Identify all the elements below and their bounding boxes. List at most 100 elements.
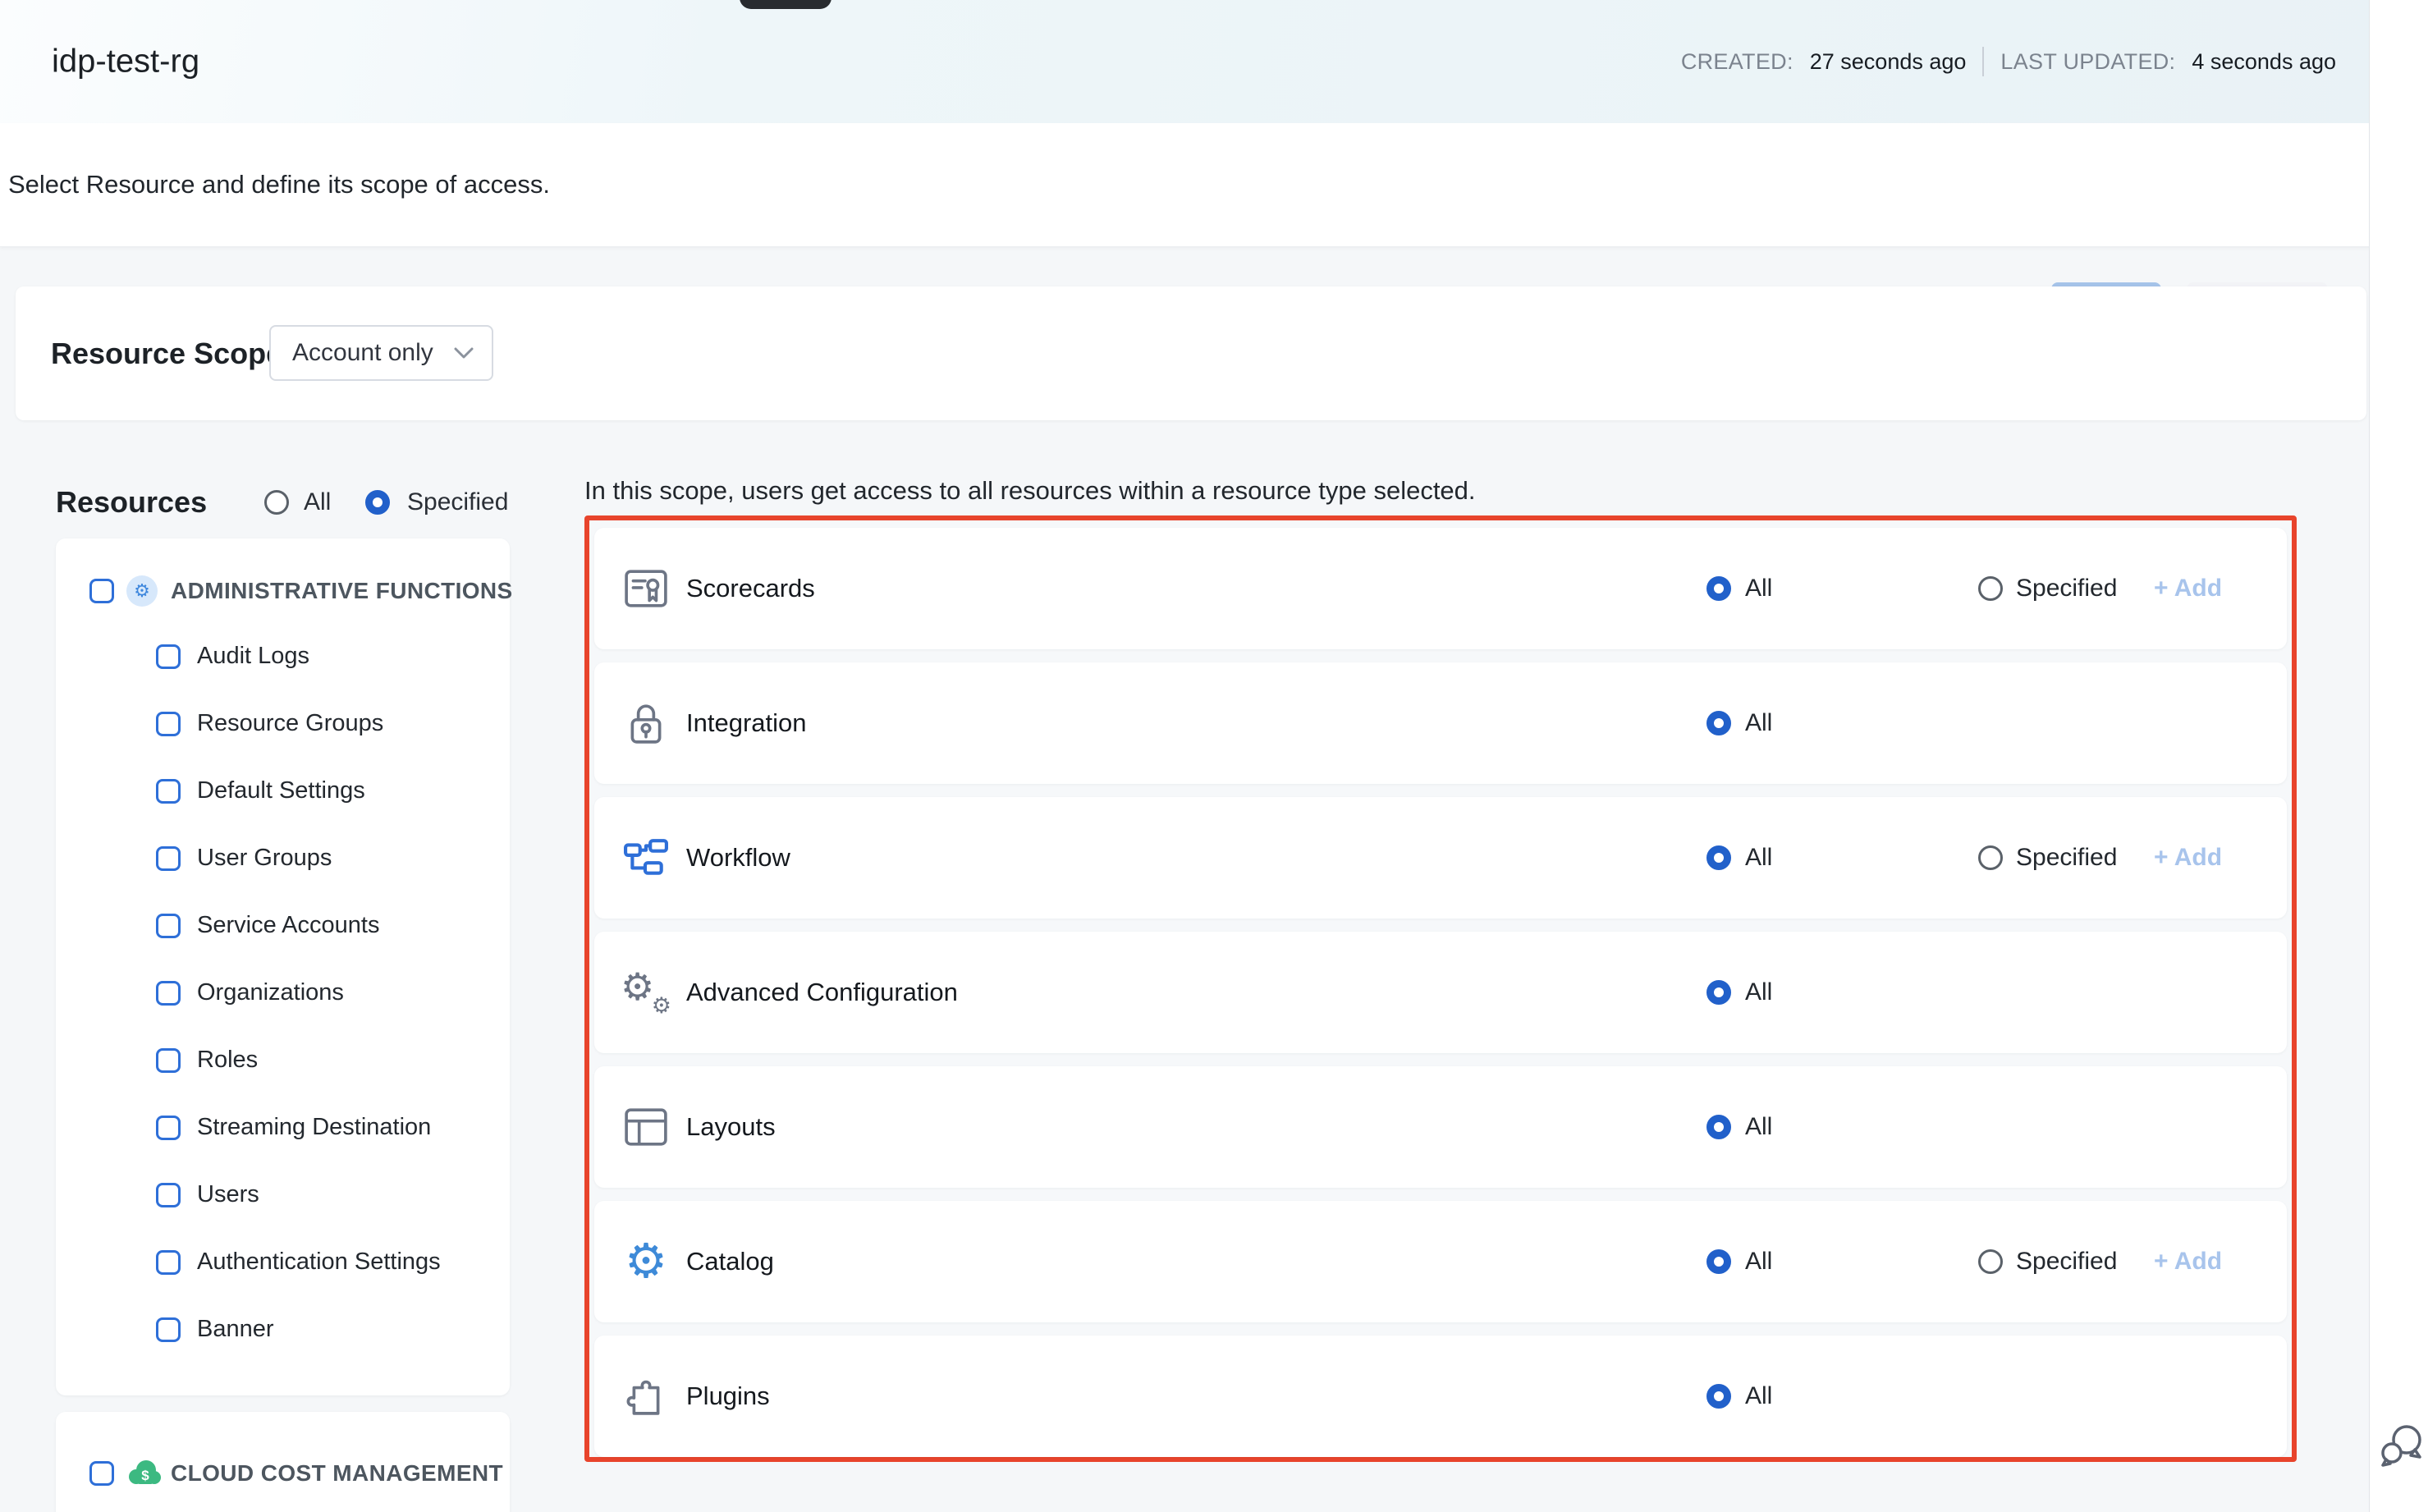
list-item: Service Accounts (197, 912, 379, 939)
selected-resources-outline: Scorecards All Specified + Add Integrati… (584, 515, 2297, 1462)
resource-row-scorecards: Scorecards All Specified + Add (594, 528, 2287, 649)
resource-row-integration: Integration All (594, 662, 2287, 784)
cloud-cost-management-checkbox[interactable] (89, 1461, 114, 1486)
action-bar: Select Resource and define its scope of … (0, 123, 2428, 247)
chevron-down-icon (454, 347, 474, 360)
banner-checkbox[interactable] (156, 1317, 181, 1342)
list-item: Banner (197, 1316, 274, 1343)
resource-type-label: Layouts (686, 1112, 776, 1142)
resources-specified-label: Specified (407, 488, 508, 516)
all-radio[interactable] (1706, 1384, 1731, 1409)
resource-type-label: Scorecards (686, 574, 815, 603)
all-radio[interactable] (1706, 1115, 1731, 1139)
all-label: All (1745, 575, 1772, 603)
resource-type-label: Workflow (686, 843, 790, 873)
gear-icon: ⚙ (619, 1237, 673, 1286)
layout-icon (619, 1102, 673, 1152)
all-radio[interactable] (1706, 1249, 1731, 1274)
puzzle-icon (619, 1372, 673, 1421)
all-label: All (1745, 1113, 1772, 1141)
resource-type-label: Plugins (686, 1381, 770, 1411)
all-label: All (1745, 1382, 1772, 1410)
page-title: idp-test-rg (52, 44, 199, 80)
all-radio[interactable] (1706, 576, 1731, 601)
resource-group-administrative-functions: ⚙ ADMINISTRATIVE FUNCTIONS Audit Logs Re… (56, 538, 510, 1395)
resource-group-cloud-cost-management: $ CLOUD COST MANAGEMENT Recommendations (56, 1412, 510, 1512)
specified-label: Specified (2016, 575, 2117, 603)
specified-label: Specified (2016, 1248, 2117, 1276)
svg-text:$: $ (141, 1468, 149, 1483)
list-item: Audit Logs (197, 643, 309, 670)
workflow-icon (619, 833, 673, 882)
group-label: ADMINISTRATIVE FUNCTIONS (171, 578, 513, 604)
resource-row-plugins: Plugins All (594, 1336, 2287, 1457)
all-radio[interactable] (1706, 980, 1731, 1005)
list-item: Authentication Settings (197, 1249, 441, 1276)
list-item: Default Settings (197, 777, 365, 804)
chat-help-icon[interactable] (2379, 1422, 2425, 1468)
created-label: CREATED: (1681, 49, 1794, 75)
all-radio[interactable] (1706, 711, 1731, 735)
resource-group-page: idp-test-rg CREATED: 27 seconds ago LAST… (0, 0, 2428, 1512)
resources-all-label: All (304, 488, 331, 516)
list-item: Organizations (197, 979, 344, 1006)
all-label: All (1745, 1248, 1772, 1276)
authentication-settings-checkbox[interactable] (156, 1250, 181, 1275)
resource-type-label: Integration (686, 708, 807, 738)
scope-description: In this scope, users get access to all r… (584, 476, 1476, 506)
last-updated-label: LAST UPDATED: (2000, 49, 2175, 75)
gears-icon: ⚙ ⚙ (619, 968, 673, 1017)
page-description: Select Resource and define its scope of … (8, 170, 550, 199)
list-item: Resource Groups (197, 710, 383, 737)
resource-row-workflow: Workflow All Specified + Add (594, 797, 2287, 919)
resources-specified-radio[interactable] (365, 490, 390, 515)
add-link[interactable]: + Add (2154, 575, 2222, 603)
timestamps: CREATED: 27 seconds ago LAST UPDATED: 4 … (1681, 0, 2336, 123)
resource-scope-label: Resource Scope (51, 337, 282, 371)
resource-row-advanced-configuration: ⚙ ⚙ Advanced Configuration All (594, 932, 2287, 1053)
list-item: User Groups (197, 845, 332, 872)
organizations-checkbox[interactable] (156, 981, 181, 1006)
browser-notch (740, 0, 831, 9)
specified-radio[interactable] (1978, 845, 2003, 870)
add-link[interactable]: + Add (2154, 844, 2222, 872)
scorecard-icon (619, 564, 673, 613)
audit-logs-checkbox[interactable] (156, 644, 181, 669)
service-accounts-checkbox[interactable] (156, 914, 181, 938)
all-label: All (1745, 978, 1772, 1006)
resources-title: Resources (56, 485, 207, 520)
user-groups-checkbox[interactable] (156, 846, 181, 871)
add-link[interactable]: + Add (2154, 1248, 2222, 1276)
meta-divider (1982, 47, 1984, 76)
administrative-functions-checkbox[interactable] (89, 579, 114, 603)
resource-scope-card: Resource Scope Account only (16, 286, 2366, 420)
group-label: CLOUD COST MANAGEMENT (171, 1460, 503, 1487)
resources-all-radio[interactable] (264, 490, 289, 515)
cloud-dollar-icon: $ (125, 1458, 163, 1491)
list-item: Streaming Destination (197, 1114, 431, 1141)
specified-radio[interactable] (1978, 576, 2003, 601)
resources-header: Resources All Specified (56, 483, 548, 522)
roles-checkbox[interactable] (156, 1048, 181, 1073)
users-checkbox[interactable] (156, 1183, 181, 1207)
all-radio[interactable] (1706, 845, 1731, 870)
specified-radio[interactable] (1978, 1249, 2003, 1274)
lock-icon (619, 699, 673, 748)
resource-scope-dropdown[interactable]: Account only (269, 325, 493, 381)
resource-type-label: Catalog (686, 1247, 774, 1276)
scrollbar-gutter[interactable] (2369, 0, 2428, 1512)
resource-row-layouts: Layouts All (594, 1066, 2287, 1188)
list-item: Roles (197, 1047, 258, 1074)
all-label: All (1745, 709, 1772, 737)
resource-type-label: Advanced Configuration (686, 978, 958, 1007)
page-header: idp-test-rg CREATED: 27 seconds ago LAST… (0, 0, 2428, 124)
last-updated-value: 4 seconds ago (2192, 49, 2336, 75)
specified-label: Specified (2016, 844, 2117, 872)
resource-groups-checkbox[interactable] (156, 712, 181, 736)
gear-circle-icon: ⚙ (126, 575, 158, 607)
default-settings-checkbox[interactable] (156, 779, 181, 804)
list-item: Users (197, 1181, 259, 1208)
resource-scope-selected: Account only (292, 339, 454, 367)
resource-row-catalog: ⚙ Catalog All Specified + Add (594, 1201, 2287, 1322)
streaming-destination-checkbox[interactable] (156, 1116, 181, 1140)
